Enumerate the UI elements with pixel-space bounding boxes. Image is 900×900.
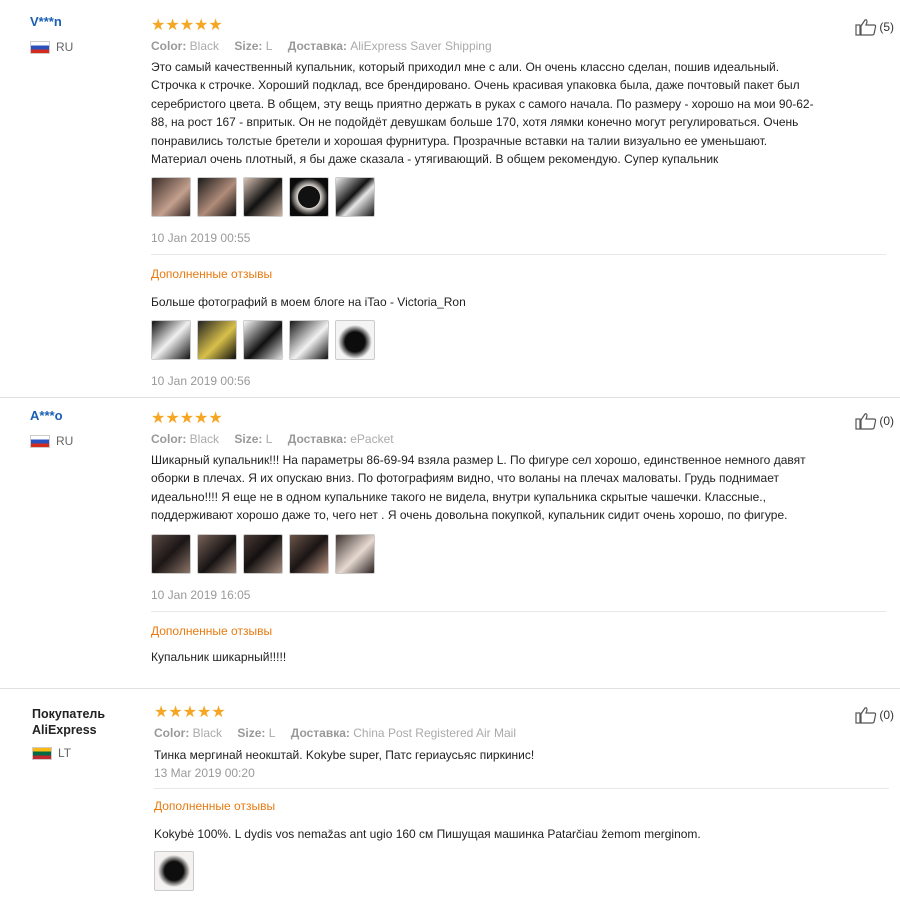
additional-review-photos bbox=[151, 320, 886, 361]
review-photo-thumbnail[interactable] bbox=[335, 177, 375, 218]
color-value: Black bbox=[192, 726, 223, 740]
review-photo-thumbnail[interactable] bbox=[154, 851, 194, 892]
reviewer-country: LT bbox=[58, 746, 72, 760]
size-label: Size: bbox=[234, 39, 263, 53]
review-text: Тинка мергинай неокштай. Kokybe super, П… bbox=[154, 748, 535, 762]
order-info: Color: Black Size: L Доставка: ePacket bbox=[151, 432, 886, 446]
review-photo-thumbnail[interactable] bbox=[151, 533, 191, 574]
review-photo-thumbnail[interactable] bbox=[243, 177, 283, 218]
review-photo-thumbnail[interactable] bbox=[289, 320, 329, 361]
color-value: Black bbox=[189, 432, 220, 446]
additional-review-title: Дополненные отзывы bbox=[154, 799, 276, 814]
reviewer-country: RU bbox=[56, 40, 74, 54]
size-label: Size: bbox=[237, 726, 266, 740]
color-label: Color: bbox=[151, 432, 187, 446]
review-date: 10 Jan 2019 16:05 bbox=[151, 587, 251, 602]
divider bbox=[151, 254, 886, 256]
size-label: Size: bbox=[234, 432, 263, 446]
delivery-value: ePacket bbox=[350, 432, 394, 446]
reviewer-name-line2: AliExpress bbox=[32, 723, 97, 737]
review-text-line: Шикарный купальник!!! На параметры 86-69… bbox=[151, 453, 806, 467]
additional-review-text: Купальник шикарный!!!!! bbox=[151, 649, 287, 664]
review-photo-thumbnail[interactable] bbox=[197, 533, 237, 574]
review-divider bbox=[0, 688, 900, 689]
additional-review-text: Больше фотографий в моем блоге на iTao -… bbox=[151, 295, 466, 310]
review-text-line: 88, на рост 167 - впритык. Он не подойдё… bbox=[151, 115, 799, 130]
reviewer-name[interactable]: A***o bbox=[30, 408, 140, 424]
size-value: L bbox=[265, 39, 273, 53]
color-value: Black bbox=[189, 39, 220, 53]
review-photo-thumbnail[interactable] bbox=[151, 177, 191, 218]
star-rating: ★★★★★ bbox=[154, 704, 226, 721]
divider bbox=[151, 610, 886, 612]
order-info: Color: Black Size: L Доставка: China Pos… bbox=[154, 726, 889, 740]
order-info: Color: Black Size: L Доставка: AliExpres… bbox=[151, 39, 886, 53]
review-photo-thumbnail[interactable] bbox=[335, 533, 375, 574]
review-photo-thumbnail[interactable] bbox=[197, 177, 237, 218]
review-photos bbox=[151, 533, 886, 574]
flag-icon bbox=[32, 746, 52, 760]
review-text-line: идеально!!!! Я еще не в одном купальнике… bbox=[151, 489, 766, 504]
color-label: Color: bbox=[154, 726, 190, 740]
review-content: ★★★★★ Color: Black Size: L Доставка: Ali… bbox=[151, 18, 886, 388]
size-value: L bbox=[268, 726, 276, 740]
review-text-line: поддерживают хорошо даже то, чего нет . … bbox=[151, 508, 788, 523]
review-photo-thumbnail[interactable] bbox=[151, 320, 191, 361]
additional-review-date: 10 Jan 2019 00:56 bbox=[151, 374, 251, 389]
review-content: ★★★★★ Color: Black Size: L Доставка: Chi… bbox=[154, 704, 889, 892]
reviewer-name: Покупатель bbox=[32, 707, 106, 721]
flag-icon bbox=[30, 40, 50, 54]
review-photo-thumbnail[interactable] bbox=[289, 177, 329, 218]
review-photo-thumbnail[interactable] bbox=[197, 320, 237, 361]
review-content: ★★★★★ Color: Black Size: L Доставка: ePa… bbox=[151, 411, 886, 664]
color-label: Color: bbox=[151, 39, 187, 53]
delivery-label: Доставка: bbox=[290, 726, 350, 740]
review-photos bbox=[151, 177, 886, 218]
additional-review-title: Дополненные отзывы bbox=[151, 267, 273, 282]
review-date: 10 Jan 2019 00:55 bbox=[151, 231, 251, 246]
delivery-label: Доставка: bbox=[287, 39, 347, 53]
star-rating: ★★★★★ bbox=[151, 410, 223, 427]
review-text-line: оборки в плечах. Я их опускаю вниз. По ф… bbox=[151, 471, 779, 486]
star-rating: ★★★★★ bbox=[151, 17, 223, 34]
review-text-line: понравились толстые бретели и хорошая фу… bbox=[151, 133, 768, 148]
delivery-label: Доставка: bbox=[287, 432, 347, 446]
reviewer-info: Покупатель AliExpress LT bbox=[32, 706, 142, 760]
review-text-line: Строчка к строчке. Хороший подклад, все … bbox=[151, 78, 800, 93]
review-text: Шикарный купальник!!! На параметры 86-69… bbox=[151, 451, 886, 525]
reviewer-info: V***n RU bbox=[30, 14, 140, 54]
reviewer-info: A***o RU bbox=[30, 408, 140, 448]
review-divider bbox=[0, 397, 900, 398]
additional-review-text: Kokybė 100%. L dydis vos nemažas ant ugi… bbox=[154, 827, 701, 842]
review-text-line: Материал очень плотный, я бы даже сказал… bbox=[151, 152, 719, 167]
delivery-value: AliExpress Saver Shipping bbox=[350, 39, 492, 53]
review-date: 13 Mar 2019 00:20 bbox=[154, 766, 255, 781]
flag-icon bbox=[30, 434, 50, 448]
review-photo-thumbnail[interactable] bbox=[243, 320, 283, 361]
review-text-line: Это самый качественный купальник, которы… bbox=[151, 60, 780, 74]
review-text-line: серебристого цвета. В общем, эту вещь пр… bbox=[151, 96, 814, 111]
review-photo-thumbnail[interactable] bbox=[335, 320, 375, 361]
delivery-value: China Post Registered Air Mail bbox=[353, 726, 516, 740]
additional-review-title: Дополненные отзывы bbox=[151, 623, 273, 638]
reviewer-name[interactable]: V***n bbox=[30, 14, 140, 30]
size-value: L bbox=[265, 432, 273, 446]
review-text: Это самый качественный купальник, которы… bbox=[151, 58, 886, 168]
divider bbox=[154, 788, 889, 790]
reviewer-country: RU bbox=[56, 434, 74, 448]
review-photo-thumbnail[interactable] bbox=[289, 533, 329, 574]
review-photo-thumbnail[interactable] bbox=[243, 533, 283, 574]
additional-review-photos bbox=[154, 851, 889, 892]
